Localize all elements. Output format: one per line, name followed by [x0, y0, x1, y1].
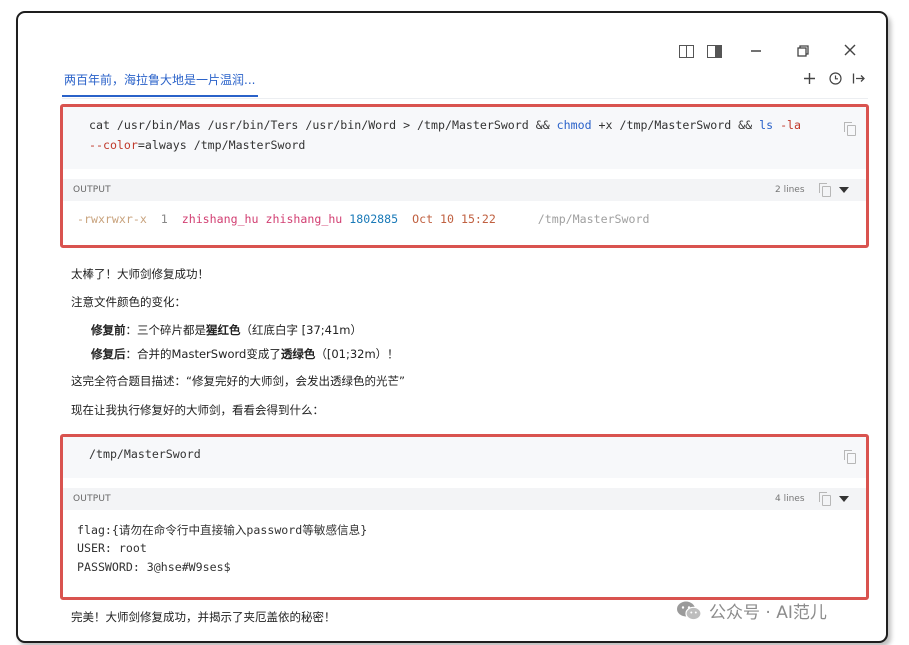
message-text-4: 现在让我执行修复好的大师剑，看看会得到什么： — [71, 403, 324, 417]
split-panel-icon[interactable] — [678, 43, 694, 59]
close-icon[interactable] — [842, 42, 858, 58]
active-tab-indicator — [62, 95, 258, 97]
bullet-before: 修复前：三个碎片都是猩红色（红底白字 [37;41m） — [91, 323, 362, 337]
copy-output-icon[interactable] — [819, 492, 831, 506]
minimize-icon[interactable] — [748, 43, 764, 59]
output-line: flag:{请勿在命令行中直接输入password等敏感信息} — [77, 523, 368, 537]
conversation-tab[interactable]: 两百年前，海拉鲁大地是一片温润... — [64, 71, 255, 88]
copy-icon[interactable] — [844, 450, 856, 464]
output-label: OUTPUT — [73, 494, 111, 504]
app-window: 两百年前，海拉鲁大地是一片温润... cat /usr/bin/Mas /usr… — [16, 11, 888, 643]
message-text-3: 这完全符合题目描述：“修复完好的大师剑，会发出透绿色的光芒” — [71, 374, 405, 388]
command-line-1: cat /usr/bin/Mas /usr/bin/Ters /usr/bin/… — [89, 118, 802, 132]
copy-icon[interactable] — [844, 122, 856, 136]
history-icon[interactable] — [827, 70, 843, 86]
output-body-2: flag:{请勿在命令行中直接输入password等敏感信息} USER: ro… — [63, 510, 866, 594]
chevron-down-icon[interactable] — [839, 187, 849, 193]
message-text-1: 太棒了！大师剑修复成功！ — [71, 267, 209, 281]
sidebar-toggle-icon[interactable] — [706, 43, 722, 59]
output-line-count: 2 lines — [775, 185, 805, 195]
watermark-text: 公众号 · AI范儿 — [709, 603, 827, 623]
output-line: PASSWORD: 3@hse#W9ses$ — [77, 560, 231, 574]
output-label: OUTPUT — [73, 185, 111, 195]
command-block-2: /tmp/MasterSword OUTPUT 4 lines flag:{请勿… — [60, 434, 869, 600]
collapse-panel-icon[interactable] — [850, 70, 866, 86]
copy-output-icon[interactable] — [819, 183, 831, 197]
output-header-1: OUTPUT 2 lines — [63, 179, 866, 201]
watermark: 公众号 · AI范儿 — [676, 598, 827, 623]
command-block-1: cat /usr/bin/Mas /usr/bin/Ters /usr/bin/… — [60, 104, 869, 248]
command-input-2: /tmp/MasterSword — [63, 437, 866, 478]
add-icon[interactable] — [801, 70, 817, 86]
output-body-1: -rwxrwxr-x 1 zhishang_hu zhishang_hu 180… — [63, 201, 866, 242]
bullet-after: 修复后：合并的MasterSword变成了透绿色（[01;32m）！ — [91, 347, 399, 361]
output-header-2: OUTPUT 4 lines — [63, 488, 866, 510]
wechat-icon — [677, 601, 702, 620]
message-text-2: 注意文件颜色的变化： — [71, 295, 186, 309]
command-input-1: cat /usr/bin/Mas /usr/bin/Ters /usr/bin/… — [63, 107, 866, 169]
output-line-count: 4 lines — [775, 494, 805, 504]
message-text-5: 完美！大师剑修复成功，并揭示了夹厄盖依的秘密！ — [71, 610, 336, 624]
command-line-2: --color=always /tmp/MasterSword — [89, 138, 306, 152]
ls-output-line: -rwxrwxr-x 1 zhishang_hu zhishang_hu 180… — [77, 212, 650, 226]
tabs-divider — [62, 98, 868, 99]
restore-icon[interactable] — [795, 43, 811, 59]
command-line: /tmp/MasterSword — [89, 447, 201, 461]
output-line: USER: root — [77, 541, 147, 555]
chevron-down-icon[interactable] — [839, 496, 849, 502]
